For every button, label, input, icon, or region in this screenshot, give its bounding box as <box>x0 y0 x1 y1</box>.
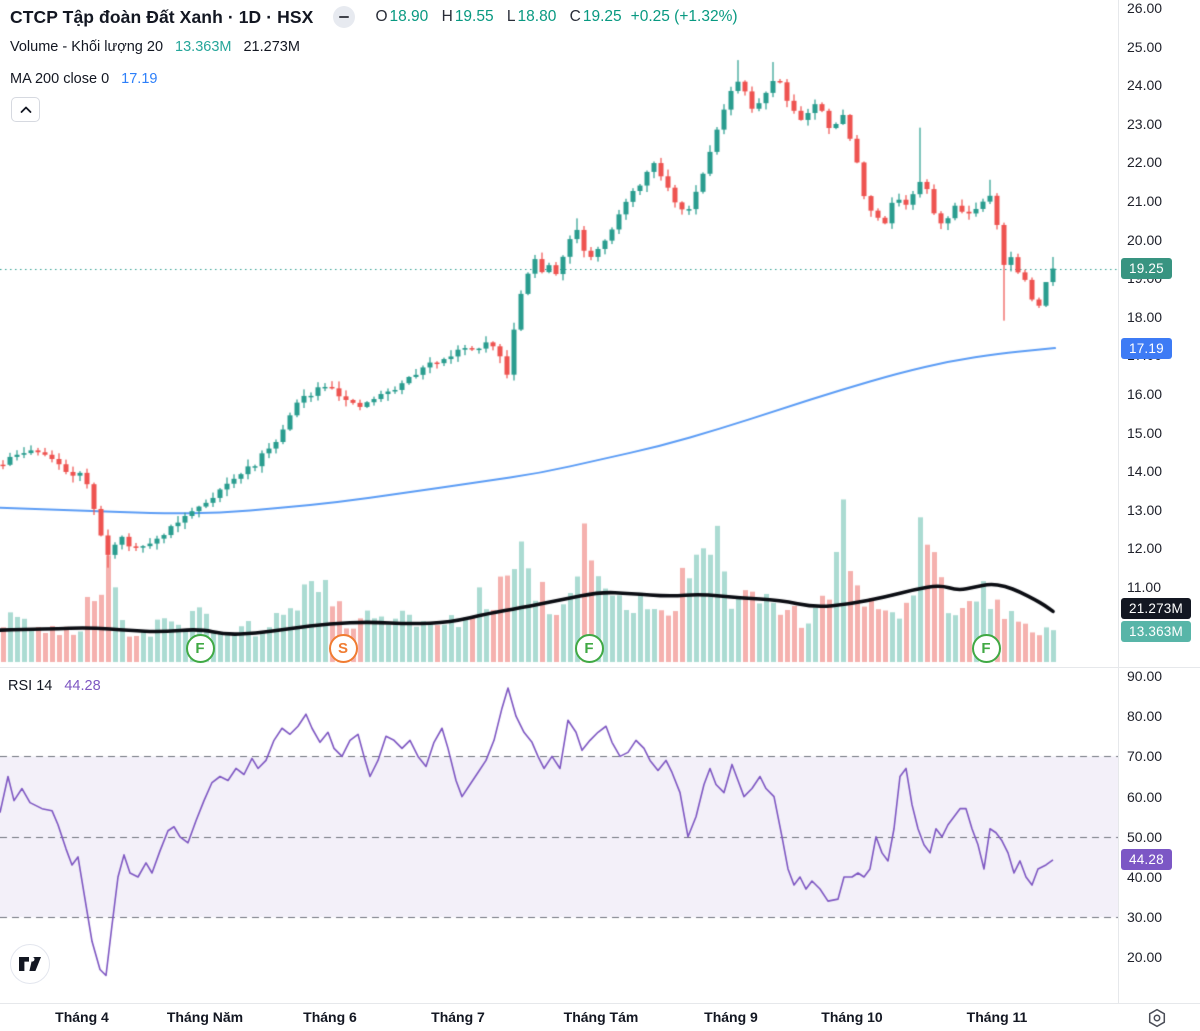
axis-tick-label: 24.00 <box>1127 77 1162 93</box>
close-value: 19.25 <box>583 8 622 25</box>
axis-tick-label: 25.00 <box>1127 39 1162 55</box>
low-label: L <box>507 8 516 25</box>
volume-ma-value: 21.273M <box>243 39 299 55</box>
price-tag: 21.273M <box>1121 598 1191 619</box>
high-label: H <box>442 8 453 25</box>
axis-tick-label: 23.00 <box>1127 116 1162 132</box>
chevron-up-icon <box>19 105 33 115</box>
axis-tick-label: 20.00 <box>1127 232 1162 248</box>
event-marker-s[interactable]: S <box>329 634 358 663</box>
axis-tick-label: 30.00 <box>1127 909 1162 925</box>
time-axis-month-label: Tháng 9 <box>704 1009 758 1025</box>
time-axis-month-label: Tháng Năm <box>167 1009 243 1025</box>
volume-current-value: 13.363M <box>175 39 231 55</box>
open-label: O <box>375 8 387 25</box>
time-axis[interactable]: Tháng 4 Tháng Năm Tháng 6 Tháng 7 Tháng Tám T… <box>0 1003 1200 1031</box>
tradingview-chart-window: CTCP Tập đoàn Đất Xanh · 1D · HSX O18.90… <box>0 0 1200 1031</box>
price-tag: 17.19 <box>1121 338 1172 359</box>
price-tag: 13.363M <box>1121 621 1191 642</box>
symbol-title[interactable]: CTCP Tập đoàn Đất Xanh · 1D · HSX <box>10 7 313 28</box>
axis-tick-label: 60.00 <box>1127 789 1162 805</box>
chart-canvas[interactable] <box>0 0 1118 1003</box>
axis-tick-label: 40.00 <box>1127 869 1162 885</box>
axis-tick-label: 22.00 <box>1127 154 1162 170</box>
axis-tick-label: 13.00 <box>1127 502 1162 518</box>
tradingview-logo-icon <box>19 957 41 971</box>
collapse-legend-button[interactable] <box>11 97 40 122</box>
volume-legend-row[interactable]: Volume - Khối lượng 20 13.363M 21.273M <box>10 39 300 55</box>
symbol-legend-row: CTCP Tập đoàn Đất Xanh · 1D · HSX O18.90… <box>10 6 738 28</box>
rsi-legend-row[interactable]: RSI 14 44.28 <box>8 678 101 694</box>
time-axis-month-label: Tháng Tám <box>564 1009 639 1025</box>
tradingview-logo[interactable] <box>10 944 50 984</box>
price-axis[interactable]: 26.0025.0024.0023.0022.0021.0020.0019.00… <box>1118 0 1200 1003</box>
time-axis-month-label: Tháng 4 <box>55 1009 109 1025</box>
axis-tick-label: 26.00 <box>1127 0 1162 16</box>
axis-tick-label: 20.00 <box>1127 949 1162 965</box>
close-label: C <box>570 8 581 25</box>
hide-indicator-button[interactable] <box>333 6 355 28</box>
rsi-value: 44.28 <box>64 678 100 694</box>
price-tag: 44.28 <box>1121 849 1172 870</box>
event-marker-f[interactable]: F <box>575 634 604 663</box>
axis-tick-label: 14.00 <box>1127 463 1162 479</box>
event-marker-f[interactable]: F <box>972 634 1001 663</box>
axis-tick-label: 18.00 <box>1127 309 1162 325</box>
volume-indicator-label: Volume - Khối lượng 20 <box>10 39 163 55</box>
low-value: 18.80 <box>518 8 557 25</box>
pane-settings-icon[interactable] <box>1146 1007 1168 1029</box>
high-value: 19.55 <box>455 8 494 25</box>
axis-tick-label: 11.00 <box>1127 579 1161 595</box>
time-axis-month-label: Tháng 6 <box>303 1009 357 1025</box>
rsi-indicator-label: RSI 14 <box>8 678 52 694</box>
ma-value: 17.19 <box>121 71 157 87</box>
axis-tick-label: 16.00 <box>1127 386 1162 402</box>
axis-tick-label: 21.00 <box>1127 193 1162 209</box>
axis-tick-label: 80.00 <box>1127 708 1162 724</box>
ma-legend-row[interactable]: MA 200 close 0 17.19 <box>10 71 157 87</box>
time-axis-month-label: Tháng 11 <box>967 1009 1028 1025</box>
time-axis-month-label: Tháng 10 <box>821 1009 882 1025</box>
change-value: +0.25 (+1.32%) <box>631 8 738 26</box>
axis-tick-label: 15.00 <box>1127 425 1162 441</box>
pane-divider[interactable] <box>0 667 1200 668</box>
ohlc-values: O18.90 H19.55 L18.80 C19.25 <box>375 8 621 26</box>
time-axis-month-label: Tháng 7 <box>431 1009 485 1025</box>
ma-indicator-label: MA 200 close 0 <box>10 71 109 87</box>
axis-tick-label: 50.00 <box>1127 829 1162 845</box>
axis-tick-label: 70.00 <box>1127 748 1162 764</box>
axis-tick-label: 90.00 <box>1127 668 1162 684</box>
open-value: 18.90 <box>390 8 429 25</box>
axis-tick-label: 12.00 <box>1127 540 1162 556</box>
minus-icon <box>339 16 349 18</box>
price-tag: 19.25 <box>1121 258 1172 279</box>
event-marker-f[interactable]: F <box>186 634 215 663</box>
